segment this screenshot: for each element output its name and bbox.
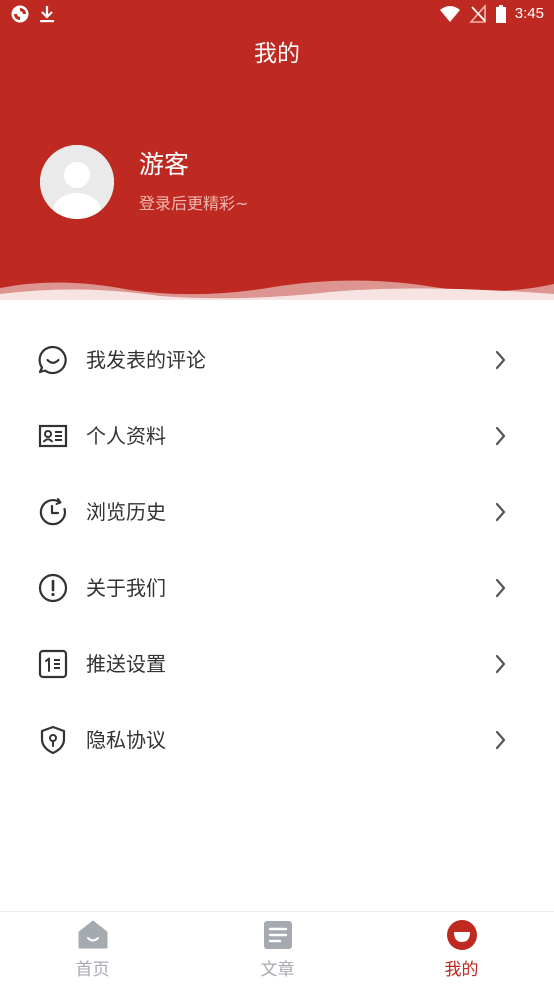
tab-label: 文章 <box>260 960 295 980</box>
chevron-right-icon <box>495 502 506 522</box>
history-icon <box>39 498 67 526</box>
sync-icon <box>11 5 29 23</box>
chevron-right-icon <box>495 730 506 750</box>
menu-item-label: 我发表的评论 <box>86 348 206 372</box>
id-card-icon <box>38 424 68 448</box>
bottom-tab-bar: 首页 文章 我的 <box>0 911 554 986</box>
download-icon <box>40 6 54 23</box>
menu-item-push-settings[interactable]: 推送设置 <box>0 626 554 702</box>
tab-label: 首页 <box>75 960 110 980</box>
menu-item-my-comments[interactable]: 我发表的评论 <box>0 322 554 398</box>
menu-item-label: 推送设置 <box>86 652 166 676</box>
username[interactable]: 游客 <box>139 148 189 182</box>
profile-icon <box>447 920 477 950</box>
battery-icon <box>495 5 506 23</box>
privacy-shield-icon <box>40 725 66 755</box>
menu-item-privacy-policy[interactable]: 隐私协议 <box>0 702 554 778</box>
no-signal-icon <box>469 4 486 23</box>
menu-item-label: 个人资料 <box>86 424 166 448</box>
user-avatar-icon <box>40 145 114 219</box>
article-icon <box>264 921 292 949</box>
status-bar: 3:45 <box>0 0 554 30</box>
chevron-right-icon <box>495 654 506 674</box>
status-time: 3:45 <box>514 5 544 22</box>
profile-header: 3:45 我的 游客 登录后更精彩~ <box>0 0 554 300</box>
push-settings-icon <box>38 649 68 679</box>
menu-item-label: 关于我们 <box>86 576 166 600</box>
comment-icon <box>38 345 67 375</box>
menu-item-profile-info[interactable]: 个人资料 <box>0 398 554 474</box>
chevron-right-icon <box>495 426 506 446</box>
menu-item-browse-history[interactable]: 浏览历史 <box>0 474 554 550</box>
menu-item-about-us[interactable]: 关于我们 <box>0 550 554 626</box>
tab-articles[interactable]: 文章 <box>185 912 370 986</box>
chevron-right-icon <box>495 350 506 370</box>
avatar[interactable] <box>40 145 114 219</box>
header-wave-decoration <box>0 280 554 300</box>
tab-mine[interactable]: 我的 <box>369 912 554 986</box>
wifi-icon <box>439 6 460 22</box>
login-hint[interactable]: 登录后更精彩~ <box>139 193 248 215</box>
menu-item-label: 浏览历史 <box>86 500 166 524</box>
home-icon <box>78 920 108 949</box>
page-title: 我的 <box>254 41 300 67</box>
tab-home[interactable]: 首页 <box>0 912 185 986</box>
menu-item-label: 隐私协议 <box>86 728 166 752</box>
chevron-right-icon <box>495 578 506 598</box>
tab-label: 我的 <box>444 960 479 980</box>
info-icon <box>38 573 68 603</box>
